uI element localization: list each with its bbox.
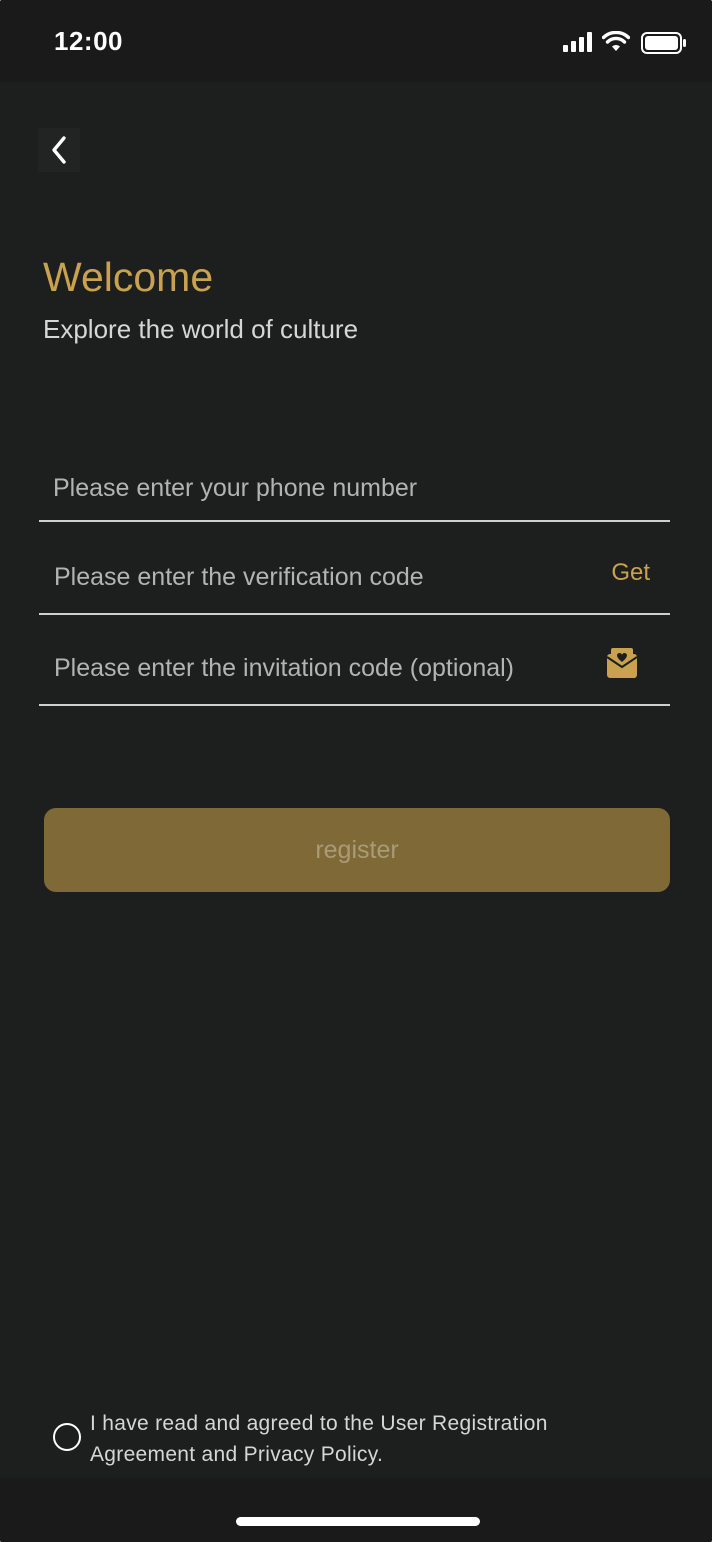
register-button[interactable]: register — [44, 808, 670, 892]
invitation-code-input[interactable] — [52, 630, 586, 706]
bottom-bar — [0, 1478, 712, 1542]
agreement-text[interactable]: I have read and agreed to the User Regis… — [90, 1408, 630, 1470]
wifi-icon — [602, 31, 630, 51]
page-subtitle: Explore the world of culture — [43, 314, 359, 344]
status-bar: 12:00 — [0, 0, 712, 82]
page-title: Welcome — [43, 254, 214, 300]
signal-icon — [563, 32, 592, 52]
phone-field — [39, 454, 670, 522]
verification-field: Get — [39, 540, 670, 615]
get-code-button[interactable]: Get — [611, 559, 650, 587]
battery-icon — [641, 32, 686, 54]
status-time: 12:00 — [54, 26, 123, 56]
agreement-radio[interactable] — [53, 1423, 81, 1451]
back-button[interactable] — [38, 128, 80, 172]
envelope-heart-icon — [606, 648, 638, 678]
home-indicator[interactable] — [236, 1517, 480, 1526]
register-screen: 12:00 Welcome Explore the world of cultu… — [0, 0, 712, 1542]
verification-code-input[interactable] — [52, 540, 586, 615]
phone-input[interactable] — [51, 454, 595, 522]
invitation-field — [39, 630, 670, 706]
chevron-left-icon — [52, 136, 66, 164]
